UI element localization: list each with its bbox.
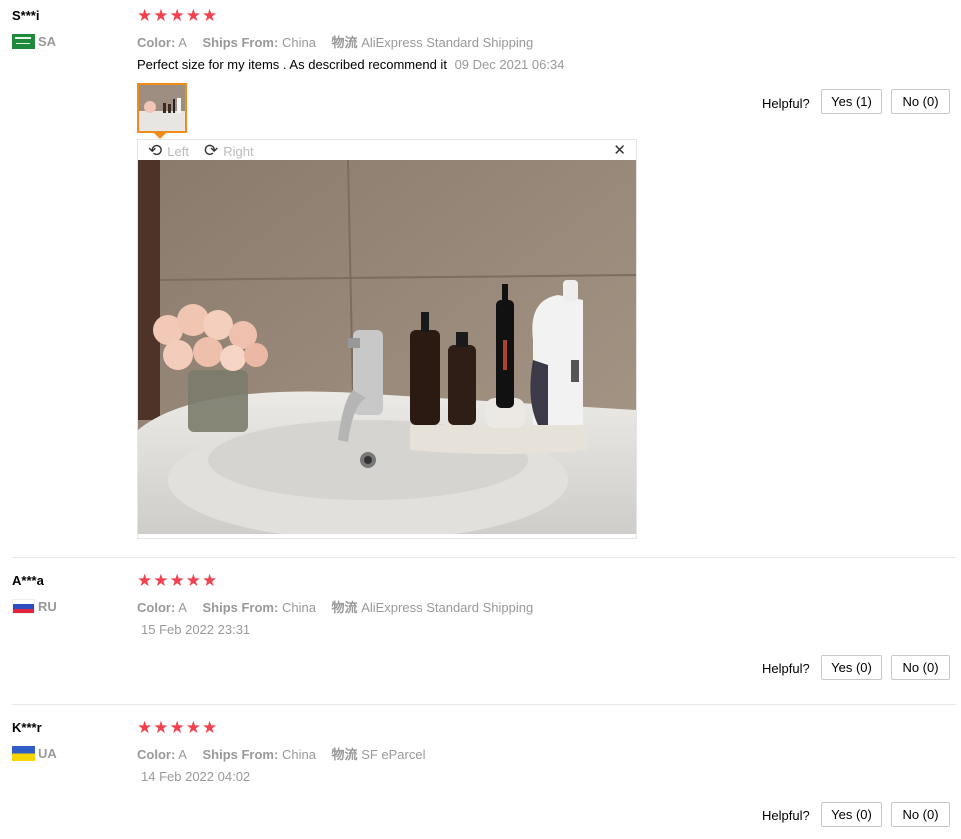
- star-icon: ★: [137, 6, 153, 25]
- review-date: 15 Feb 2022 23:31: [141, 622, 251, 637]
- helpful-yes-button[interactable]: Yes (1): [821, 89, 882, 114]
- star-icon: ★: [202, 6, 218, 25]
- ships-from-value: China: [281, 600, 316, 615]
- rotate-left-icon: ⟲: [148, 141, 163, 160]
- ships-from-label: Ships From:: [202, 35, 279, 50]
- reviewer-country: RU: [12, 599, 57, 614]
- thumbnail-image: [139, 85, 185, 131]
- flag-ua-icon: [12, 746, 35, 761]
- close-icon[interactable]: ✕: [613, 141, 626, 159]
- review-date: 09 Dec 2021 06:34: [454, 57, 565, 72]
- rotate-left-label: Left: [167, 143, 189, 159]
- star-icon: ★: [185, 571, 201, 590]
- reviewer-country: SA: [12, 34, 56, 49]
- rotate-right-button[interactable]: ⟳ Right: [204, 141, 254, 161]
- flag-sa-icon: [12, 34, 35, 49]
- star-icon: ★: [153, 571, 169, 590]
- review-photo-image: [138, 160, 636, 534]
- logistics-label: 物流: [331, 747, 358, 762]
- review-text-line: 15 Feb 2022 23:31: [137, 622, 250, 637]
- rotate-right-icon: ⟳: [204, 141, 219, 160]
- star-icon: ★: [169, 718, 185, 737]
- color-label: Color:: [137, 747, 176, 762]
- helpful-no-button[interactable]: No (0): [891, 655, 950, 680]
- star-icon: ★: [169, 6, 185, 25]
- logistics-value: SF eParcel: [361, 747, 426, 762]
- reviewer-name: A***a: [12, 573, 44, 588]
- ships-from-label: Ships From:: [202, 600, 279, 615]
- star-icon: ★: [137, 571, 153, 590]
- review-text: Perfect size for my items . As described…: [137, 57, 447, 72]
- star-icon: ★: [169, 571, 185, 590]
- review-photo-thumbnail[interactable]: [137, 83, 187, 133]
- helpful-label: Helpful?: [762, 808, 810, 823]
- review-date: 14 Feb 2022 04:02: [141, 769, 251, 784]
- star-icon: ★: [202, 571, 218, 590]
- reviewer-name: K***r: [12, 720, 42, 735]
- reviewer-name: S***i: [12, 8, 40, 23]
- review-text-line: Perfect size for my items . As described…: [137, 57, 564, 72]
- order-info: Color: A Ships From: China 物流 SF eParcel: [137, 744, 426, 763]
- star-icon: ★: [137, 718, 153, 737]
- reviewer-country: UA: [12, 746, 57, 761]
- order-info: Color: A Ships From: China 物流 AliExpress…: [137, 597, 533, 616]
- review-divider: [12, 557, 956, 558]
- helpful-yes-button[interactable]: Yes (0): [821, 655, 882, 680]
- star-icon: ★: [153, 718, 169, 737]
- order-info: Color: A Ships From: China 物流 AliExpress…: [137, 32, 533, 51]
- star-rating: ★ ★ ★ ★ ★: [137, 719, 217, 736]
- helpful-no-button[interactable]: No (0): [891, 802, 950, 827]
- star-rating: ★ ★ ★ ★ ★: [137, 572, 217, 589]
- country-code: UA: [38, 746, 57, 761]
- color-value: A: [178, 600, 187, 615]
- color-label: Color:: [137, 35, 176, 50]
- helpful-label: Helpful?: [762, 661, 810, 676]
- star-icon: ★: [185, 718, 201, 737]
- star-rating: ★ ★ ★ ★ ★: [137, 7, 217, 24]
- flag-ru-icon: [12, 599, 35, 614]
- star-icon: ★: [185, 6, 201, 25]
- ships-from-value: China: [281, 747, 316, 762]
- star-icon: ★: [202, 718, 218, 737]
- logistics-value: AliExpress Standard Shipping: [361, 35, 534, 50]
- ships-from-label: Ships From:: [202, 747, 279, 762]
- viewer-toolbar: ⟲ Left ⟳ Right ✕: [138, 140, 636, 160]
- logistics-value: AliExpress Standard Shipping: [361, 600, 534, 615]
- ships-from-value: China: [281, 35, 316, 50]
- star-icon: ★: [153, 6, 169, 25]
- rotate-right-label: Right: [223, 143, 254, 159]
- color-label: Color:: [137, 600, 176, 615]
- helpful-label: Helpful?: [762, 96, 810, 111]
- review-photo: [138, 160, 636, 534]
- review-divider: [12, 704, 956, 705]
- country-code: RU: [38, 599, 57, 614]
- logistics-label: 物流: [331, 600, 358, 615]
- helpful-no-button[interactable]: No (0): [891, 89, 950, 114]
- country-code: SA: [38, 34, 57, 49]
- helpful-yes-button[interactable]: Yes (0): [821, 802, 882, 827]
- photo-viewer: ⟲ Left ⟳ Right ✕: [137, 139, 637, 539]
- review-text-line: 14 Feb 2022 04:02: [137, 769, 250, 784]
- rotate-left-button[interactable]: ⟲ Left: [148, 141, 189, 161]
- color-value: A: [178, 35, 187, 50]
- color-value: A: [178, 747, 187, 762]
- logistics-label: 物流: [331, 35, 358, 50]
